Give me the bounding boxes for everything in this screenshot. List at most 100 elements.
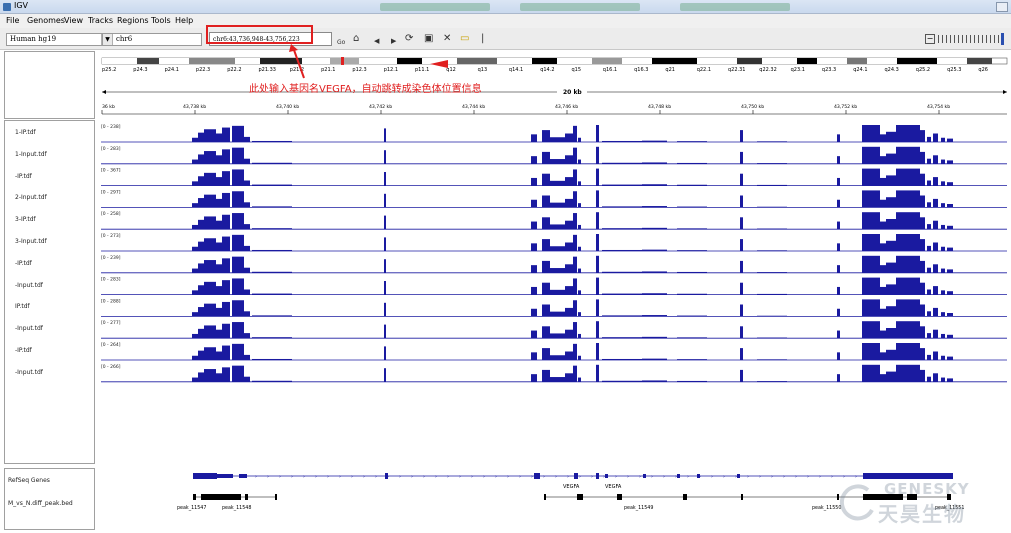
coverage-bar <box>232 125 244 142</box>
coverage-bar <box>578 355 581 360</box>
track-name[interactable]: IP.tdf <box>15 303 30 310</box>
track-name[interactable]: 3-IP.tdf <box>15 216 36 223</box>
coverage-bar <box>384 302 386 317</box>
coverage-bar <box>886 219 896 230</box>
track-name-panel: 1-IP.tdf 1-Input.tdf -IP.tdf 2-Input.tdf 3-I… <box>4 120 95 464</box>
coverage-bar <box>565 242 573 251</box>
coverage-bar <box>565 155 573 164</box>
track-name[interactable]: -Input.tdf <box>15 282 43 289</box>
gene-strand-arrow-icon: › <box>651 474 653 480</box>
track-name[interactable]: -Input.tdf <box>15 369 43 376</box>
coverage-bar <box>550 137 565 142</box>
coverage-bar <box>531 199 537 208</box>
coverage-bar <box>578 333 581 339</box>
coverage-bar <box>550 246 565 251</box>
coverage-bar <box>596 146 599 164</box>
coverage-bar <box>920 151 925 164</box>
track-name-refseq[interactable]: RefSeq Genes <box>8 477 50 484</box>
coverage-bar <box>384 281 386 295</box>
coverage-bar <box>862 168 880 186</box>
coverage-bar <box>216 307 222 317</box>
gene-strand-arrow-icon: › <box>675 474 677 480</box>
coverage-bar <box>947 269 953 273</box>
track-name[interactable]: 1-IP.tdf <box>15 129 36 136</box>
track-data-range: [0 - 264] <box>101 342 121 348</box>
coverage-bar <box>642 293 667 295</box>
coverage-bar <box>896 299 920 317</box>
gene-exon <box>697 474 700 478</box>
coverage-bar <box>596 212 599 230</box>
coverage-bar <box>531 243 537 251</box>
coverage-bar <box>542 282 550 295</box>
coverage-bar <box>252 184 292 186</box>
coverage-bar <box>232 147 244 164</box>
coverage-bar <box>222 192 230 208</box>
coverage-bar <box>531 265 537 273</box>
coverage-bar <box>531 221 537 230</box>
coverage-bar <box>837 330 840 339</box>
coverage-bar <box>550 180 565 186</box>
gene-strand-arrow-icon: › <box>351 474 353 480</box>
coverage-bar <box>642 315 667 317</box>
coverage-bar <box>757 141 787 142</box>
gene-strand-arrow-icon: › <box>543 474 545 480</box>
coverage-bar <box>677 162 707 164</box>
gene-strand-arrow-icon: › <box>555 474 557 480</box>
coverage-bar <box>757 228 787 230</box>
coverage-bar <box>192 203 198 208</box>
gene-exon <box>605 474 608 478</box>
coverage-bar <box>565 133 573 142</box>
coverage-bar <box>927 333 931 339</box>
gene-exon <box>677 474 680 478</box>
coverage-bar <box>596 255 599 273</box>
coverage-bar <box>204 325 216 339</box>
track-name[interactable]: -Input.tdf <box>15 325 43 332</box>
coverage-bar <box>740 348 743 360</box>
genesky-logo-icon <box>839 484 874 521</box>
coverage-bar <box>252 228 292 230</box>
coverage-bar <box>222 280 230 295</box>
track-name[interactable]: 2-Input.tdf <box>15 194 47 201</box>
coverage-bar <box>244 289 250 295</box>
coverage-bar <box>757 250 787 251</box>
coverage-bar <box>927 267 931 273</box>
coverage-bar <box>198 154 204 164</box>
coverage-bar <box>757 337 787 339</box>
coverage-bar <box>216 242 222 251</box>
gene-strand-arrow-icon: › <box>663 474 665 480</box>
coverage-bar <box>550 333 565 339</box>
coverage-bar <box>896 234 920 251</box>
coverage-bar <box>837 199 840 208</box>
coverage-bar <box>252 206 292 208</box>
gene-strand-arrow-icon: › <box>615 474 617 480</box>
coverage-bar <box>198 176 204 186</box>
coverage-bar <box>677 206 707 208</box>
annotation-text: 此处输入基因名VEGFA，自动跳转成染色体位置信息 <box>249 84 482 95</box>
coverage-bar <box>232 322 244 339</box>
coverage-bar <box>192 224 198 230</box>
coverage-bar <box>837 352 840 360</box>
gene-strand-arrow-icon: › <box>399 474 401 480</box>
coverage-bar <box>920 130 925 142</box>
coverage-bar <box>578 159 581 164</box>
coverage-bar <box>531 156 537 164</box>
gene-exon <box>385 473 388 479</box>
coverage-bar <box>677 380 707 382</box>
track-name[interactable]: -IP.tdf <box>15 347 32 354</box>
coverage-bar <box>531 352 537 360</box>
coverage-bar <box>933 155 938 164</box>
coverage-bar <box>941 333 945 339</box>
coverage-bar <box>880 134 886 142</box>
track-name[interactable]: -IP.tdf <box>15 173 32 180</box>
track-name[interactable]: 1-Input.tdf <box>15 151 47 158</box>
track-name[interactable]: -IP.tdf <box>15 260 32 267</box>
coverage-bar <box>677 228 707 230</box>
coverage-bar <box>198 285 204 295</box>
track-name[interactable]: 3-Input.tdf <box>15 238 47 245</box>
coverage-bar <box>573 147 577 164</box>
coverage-bar <box>757 163 787 164</box>
coverage-bar <box>565 177 573 186</box>
coverage-bar <box>642 336 667 339</box>
track-name-peaks[interactable]: M_vs_N.diff_peak.bed <box>8 500 73 507</box>
coverage-bar <box>204 369 216 382</box>
